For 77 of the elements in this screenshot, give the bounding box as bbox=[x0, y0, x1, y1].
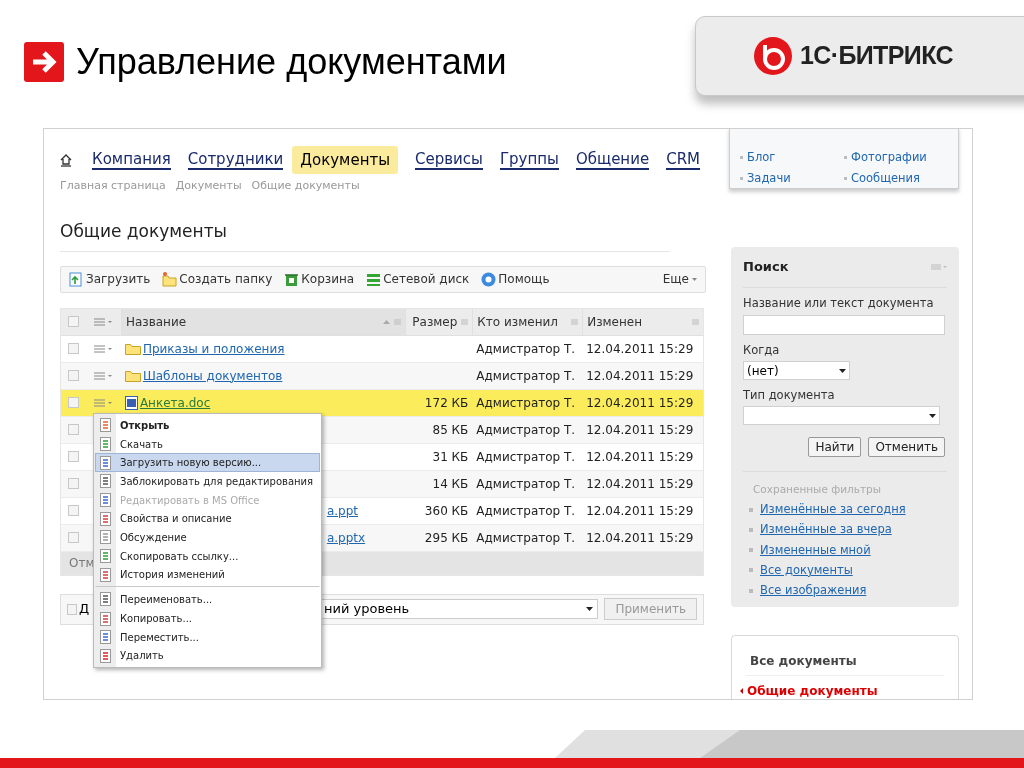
field-label: Когда bbox=[743, 341, 781, 359]
table-cell-text: 12.04.2011 15:29 bbox=[585, 502, 695, 520]
table-cell-text: 360 КБ bbox=[423, 502, 470, 520]
checkbox-label: Д bbox=[78, 600, 90, 619]
table-cell-text: 12.04.2011 15:29 bbox=[585, 529, 695, 547]
panel-title: Поиск bbox=[743, 258, 789, 276]
table-cell-text: 12.04.2011 15:29 bbox=[585, 475, 695, 493]
quick-link[interactable]: Задачи bbox=[747, 170, 791, 188]
table-cell-text: 12.04.2011 15:29 bbox=[585, 394, 695, 412]
table-cell-text: Адмистратор Т. bbox=[475, 394, 577, 412]
nav-tab[interactable]: Документы bbox=[292, 145, 399, 175]
table-cell-text: Адмистратор Т. bbox=[475, 367, 577, 385]
form-button[interactable]: Отменить bbox=[868, 437, 945, 458]
toolbar-button[interactable]: Сетевой диск bbox=[366, 270, 470, 288]
filter-link[interactable]: Все документы bbox=[760, 561, 853, 579]
table-cell-text: 12.04.2011 15:29 bbox=[585, 421, 695, 439]
section-label: Сохраненные фильтры bbox=[743, 471, 947, 498]
column-header[interactable]: Кто изменил bbox=[472, 308, 583, 335]
file-link[interactable]: Приказы и положения bbox=[142, 339, 285, 358]
nav-tab[interactable]: Компания bbox=[92, 150, 171, 170]
section-link[interactable]: Все документы bbox=[750, 651, 857, 670]
table-cell-text: 31 КБ bbox=[431, 448, 470, 466]
table-cell-text: 12.04.2011 15:29 bbox=[585, 367, 695, 385]
menu-item[interactable]: История изменений bbox=[95, 565, 320, 585]
filter-link[interactable]: Изменённые за вчера bbox=[760, 521, 892, 539]
table-cell-text: 85 КБ bbox=[431, 421, 470, 439]
table-cell-text: 295 КБ bbox=[423, 529, 470, 547]
quick-link[interactable]: Сообщения bbox=[851, 170, 920, 188]
field-label: Название или текст документа bbox=[743, 294, 935, 312]
table-cell-text: 12.04.2011 15:29 bbox=[585, 340, 695, 358]
table-row[interactable]: Шаблоны документов Адмистратор Т. 12.04.2011 15:29 bbox=[61, 362, 703, 390]
column-header[interactable]: Изменен bbox=[582, 308, 703, 335]
nav-tab[interactable]: Сотрудники bbox=[187, 150, 284, 170]
nav-tab[interactable]: Общение bbox=[575, 150, 650, 170]
quick-link[interactable]: Блог bbox=[747, 148, 776, 166]
menu-item[interactable]: Переименовать... bbox=[95, 586, 320, 610]
toolbar-button[interactable]: Корзина bbox=[284, 270, 355, 288]
more-button[interactable]: Еще bbox=[662, 270, 697, 288]
table-cell-text: Адмистратор Т. bbox=[475, 529, 577, 547]
logo-text: 1С·БИТРИКС bbox=[800, 40, 953, 72]
file-link[interactable]: Шаблоны документов bbox=[142, 366, 283, 385]
section-link[interactable]: Общие документы bbox=[747, 682, 878, 699]
table-cell-text: Адмистратор Т. bbox=[475, 475, 577, 493]
column-header[interactable]: Название bbox=[120, 308, 406, 335]
toolbar-button[interactable]: Загрузить bbox=[69, 270, 151, 288]
file-link[interactable]: а.pptx bbox=[326, 528, 366, 547]
select-field[interactable]: (нет) bbox=[743, 361, 850, 380]
nav-tab[interactable]: Сервисы bbox=[415, 150, 483, 170]
form-button[interactable]: Найти bbox=[808, 437, 862, 458]
table-cell-text: Адмистратор Т. bbox=[475, 448, 577, 466]
file-link[interactable]: а.ppt bbox=[326, 501, 358, 520]
table-cell-text: 14 КБ bbox=[431, 475, 470, 493]
table-cell-text: Адмистратор Т. bbox=[475, 421, 577, 439]
table-cell-text: Адмистратор Т. bbox=[475, 340, 577, 358]
nav-tab[interactable]: Группы bbox=[499, 150, 559, 170]
menu-item[interactable]: Заблокировать для редактирования bbox=[95, 472, 320, 491]
menu-item[interactable]: Удалить bbox=[95, 646, 320, 666]
table-cell-text: 172 КБ bbox=[423, 394, 470, 412]
menu-item[interactable]: Открыть bbox=[95, 416, 320, 435]
toolbar-button[interactable]: Создать папку bbox=[162, 270, 273, 288]
quick-link[interactable]: Фотографии bbox=[851, 148, 927, 166]
file-link[interactable]: Анкета.doc bbox=[139, 393, 211, 412]
filter-link[interactable]: Все изображения bbox=[760, 582, 867, 600]
page-heading: Общие документы bbox=[60, 219, 670, 252]
filter-link[interactable]: Измененные мной bbox=[760, 541, 871, 559]
slide-title: Управление документами bbox=[76, 44, 507, 80]
menu-item[interactable]: Обсуждение bbox=[95, 528, 320, 547]
menu-item[interactable]: Переместить... bbox=[95, 627, 320, 647]
filter-link[interactable]: Изменённые за сегодня bbox=[760, 501, 906, 519]
column-header[interactable]: Размер bbox=[405, 308, 473, 335]
footer-text: Отм bbox=[69, 555, 95, 572]
table-cell-text: Адмистратор Т. bbox=[475, 502, 577, 520]
toolbar-button[interactable]: Помощь bbox=[481, 270, 550, 288]
menu-item[interactable]: Загрузить новую версию... bbox=[95, 453, 320, 473]
table-cell-text: 12.04.2011 15:29 bbox=[585, 448, 695, 466]
nav-tab[interactable]: CRM bbox=[666, 150, 700, 170]
field-label: Тип документа bbox=[743, 387, 836, 404]
